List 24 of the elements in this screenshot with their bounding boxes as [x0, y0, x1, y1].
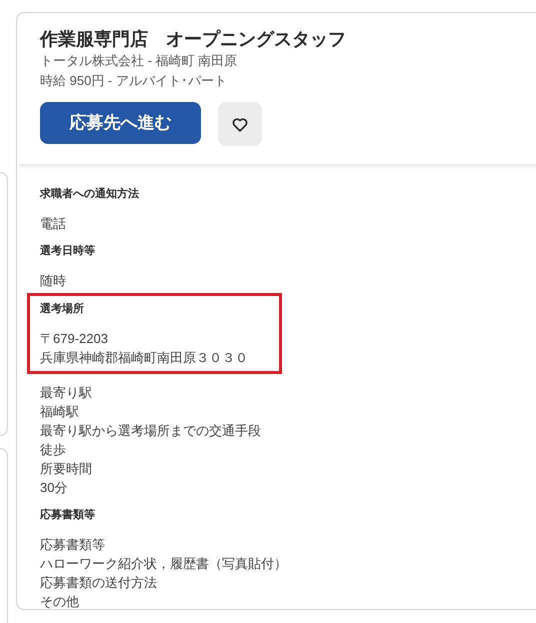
- detail-text: 応募書類の送付方法: [40, 574, 158, 592]
- section-heading: 選考日時等: [40, 244, 96, 259]
- detail-text: 随時: [40, 272, 67, 290]
- section-heading: 応募書類等: [40, 508, 96, 523]
- detail-text: 兵庫県神崎郡福崎町南田原３０３０: [40, 349, 249, 367]
- section-heading: 選考場所: [40, 302, 85, 317]
- detail-text: 応募書類等: [40, 536, 106, 554]
- detail-text: 所要時間: [40, 460, 93, 478]
- company-location: トータル株式会社 - 福崎町 南田原: [40, 52, 238, 70]
- detail-text: 電話: [40, 215, 67, 233]
- detail-text: その他: [40, 593, 80, 609]
- detail-text: 最寄り駅から選考場所までの交通手段: [40, 422, 262, 440]
- detail-text: 福崎駅: [40, 403, 80, 421]
- pay-type: 時給 950円 - アルバイト･パート: [40, 72, 228, 90]
- detail-text: ハローワーク紹介状，履歴書（写真貼付）: [40, 555, 288, 573]
- section-heading: 求職者への通知方法: [40, 186, 140, 202]
- apply-button[interactable]: 応募先へ進む: [40, 102, 201, 144]
- favorite-button[interactable]: [218, 102, 262, 146]
- job-title: 作業服専門店 オープニングスタッフ: [40, 28, 347, 51]
- detail-text: 徒歩: [40, 441, 67, 459]
- detail-text: 最寄り駅: [40, 384, 93, 402]
- detail-text: 〒679-2203: [40, 330, 109, 348]
- heart-icon: [232, 116, 248, 132]
- detail-text: 30分: [40, 479, 68, 497]
